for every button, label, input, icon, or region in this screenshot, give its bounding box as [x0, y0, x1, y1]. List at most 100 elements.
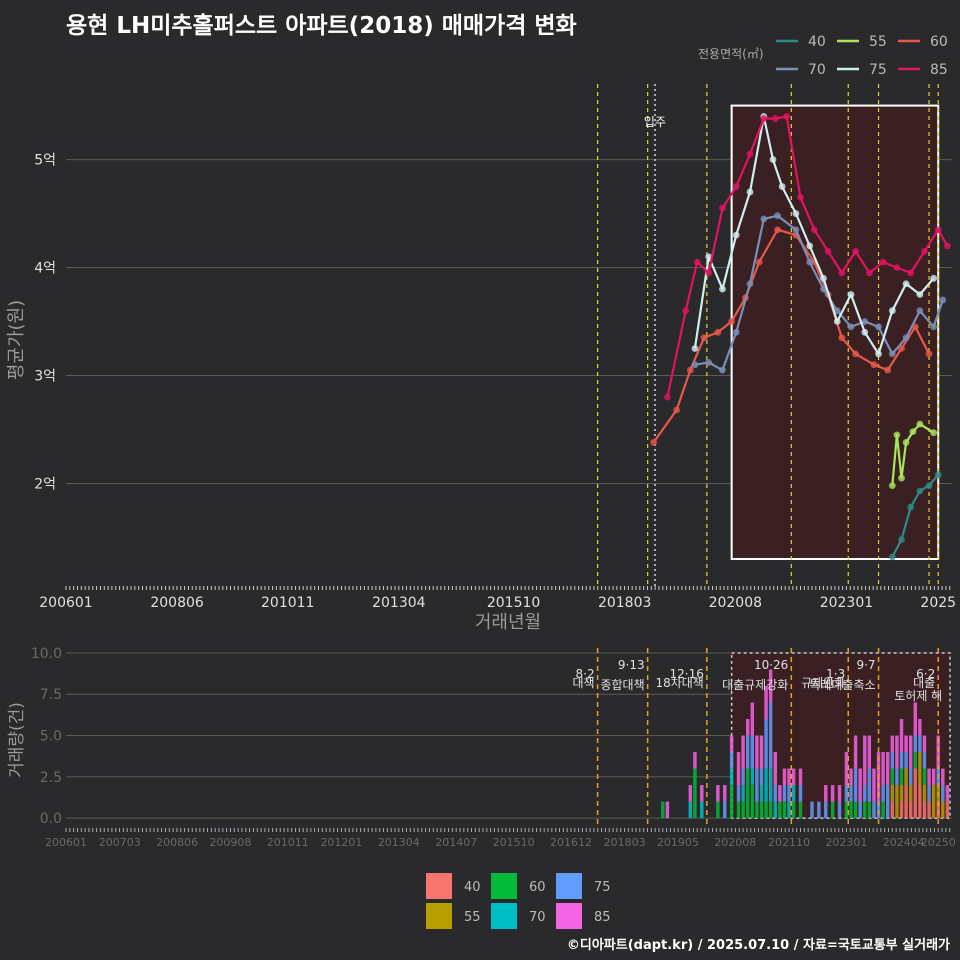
volume-bar-75 [764, 719, 768, 769]
volume-bar-85 [741, 735, 745, 769]
data-point-75 [691, 345, 699, 352]
data-point-75 [778, 183, 786, 190]
volume-panel: 8·2대책9·13종합대책12·1618차대책10·26대출규제강화1·3규제완… [7, 646, 956, 849]
volume-bar-85 [837, 785, 842, 802]
data-point-85 [921, 247, 928, 255]
volume-bar-60 [764, 801, 768, 819]
price-x-tick-label: 201011 [261, 595, 314, 611]
volume-bar-85 [853, 735, 858, 769]
volume-bar-75 [768, 702, 773, 769]
volume-bar-60 [791, 801, 796, 819]
legend-label: 70 [529, 910, 546, 925]
legend-label: 40 [808, 34, 826, 50]
data-point-60 [650, 439, 658, 446]
volume-bar-75 [849, 785, 853, 802]
volume-bar-85 [886, 752, 890, 786]
price-x-minor-ticks [65, 586, 951, 590]
volume-bar-75 [853, 768, 858, 802]
move-in-label: 입주 [644, 115, 666, 129]
data-point-70 [719, 366, 726, 374]
data-point-55 [888, 482, 896, 489]
data-point-85 [719, 204, 726, 212]
volume-bar-75 [918, 735, 922, 753]
volume-bar-75 [729, 752, 734, 769]
data-point-60 [700, 334, 708, 342]
volume-bar-85 [824, 785, 828, 802]
volume-bar-75 [723, 801, 727, 819]
legend-item-85: 85 [898, 62, 948, 78]
data-point-75 [806, 242, 814, 250]
volume-bar-60 [745, 768, 750, 819]
volume-x-tick-label: 201612 [550, 836, 592, 849]
volume-x-tick-label: 201905 [657, 836, 699, 849]
volume-bar-60 [881, 801, 885, 819]
data-point-85 [893, 264, 901, 271]
legend-item-55: 55 [837, 34, 887, 50]
legend-swatch [491, 903, 517, 929]
volume-bar-75 [863, 785, 867, 802]
volume-bar-85 [729, 735, 734, 753]
volume-bar-70 [750, 768, 755, 786]
volume-bar-85 [858, 768, 862, 802]
volume-x-tick-label: 201304 [378, 836, 420, 849]
legend-swatch [426, 903, 452, 929]
data-point-70 [875, 323, 882, 331]
volume-bar-55 [908, 785, 913, 802]
data-point-75 [902, 280, 910, 288]
volume-bar-60 [899, 768, 904, 786]
price-y-tick-label: 4억 [34, 261, 56, 277]
price-x-axis-label: 거래년월 [475, 612, 541, 633]
volume-legend: 40 60 75 55 70 85 [426, 873, 611, 929]
volume-bar-85 [881, 752, 885, 786]
data-point-40 [898, 536, 905, 543]
price-x-tick-label: 202008 [709, 595, 762, 611]
volume-y-tick-label: 0.0 [40, 811, 62, 827]
volume-y-tick-label: 7.5 [40, 687, 62, 703]
volume-bar-75 [858, 801, 862, 819]
price-y-tick-label: 5억 [34, 153, 56, 169]
price-x-ticks: 200601 200806 201011 201304 201510 201803 2020… [39, 595, 956, 611]
volume-bar-85 [782, 768, 787, 786]
price-x-tick-label: 2025 [920, 595, 956, 611]
volume-bar-60 [759, 801, 764, 819]
data-point-70 [792, 226, 800, 234]
legend-item-40: 40 [426, 873, 481, 899]
volume-x-tick-label: 20250 [921, 836, 956, 849]
data-point-60 [714, 328, 722, 336]
volume-bar-70 [729, 768, 734, 786]
data-point-70 [806, 258, 814, 266]
volume-bar-85 [693, 752, 697, 769]
volume-bar-85 [723, 785, 727, 802]
price-y-axis-label: 평균가(원) [6, 300, 27, 380]
volume-bar-60 [853, 801, 858, 819]
volume-bar-75 [941, 785, 945, 802]
volume-bar-40 [945, 801, 950, 819]
volume-bar-85 [745, 719, 750, 736]
volume-bar-75 [798, 785, 803, 802]
volume-bar-60 [716, 801, 720, 819]
volume-bar-60 [922, 768, 927, 786]
volume-x-tick-label: 202008 [714, 836, 756, 849]
data-point-60 [686, 366, 694, 374]
volume-bar-40 [913, 768, 917, 819]
legend-label: 55 [464, 910, 481, 925]
data-point-85 [783, 112, 791, 120]
price-x-tick-label: 202301 [820, 595, 873, 611]
volume-bar-60 [661, 801, 665, 819]
volume-bar-75 [741, 768, 745, 786]
policy-label-text: 대출 [913, 676, 935, 690]
volume-bar-75 [872, 801, 876, 819]
volume-bar-55 [922, 785, 927, 802]
volume-bar-85 [759, 735, 764, 769]
data-point-85 [705, 269, 713, 277]
policy-label-date: 9·13 [618, 658, 645, 672]
volume-bar-70 [791, 785, 796, 802]
volume-bar-85 [716, 785, 720, 802]
volume-x-tick-label: 200703 [99, 836, 141, 849]
data-point-85 [746, 150, 754, 158]
policy-label-text: 대출규제강화 [722, 678, 788, 692]
volume-bar-60 [750, 785, 755, 819]
volume-x-tick-label: 201510 [493, 836, 535, 849]
data-point-40 [916, 487, 924, 495]
chart-canvas: 2억3억4억5억 200601 200806 201011 201304 201510 2… [6, 34, 956, 929]
